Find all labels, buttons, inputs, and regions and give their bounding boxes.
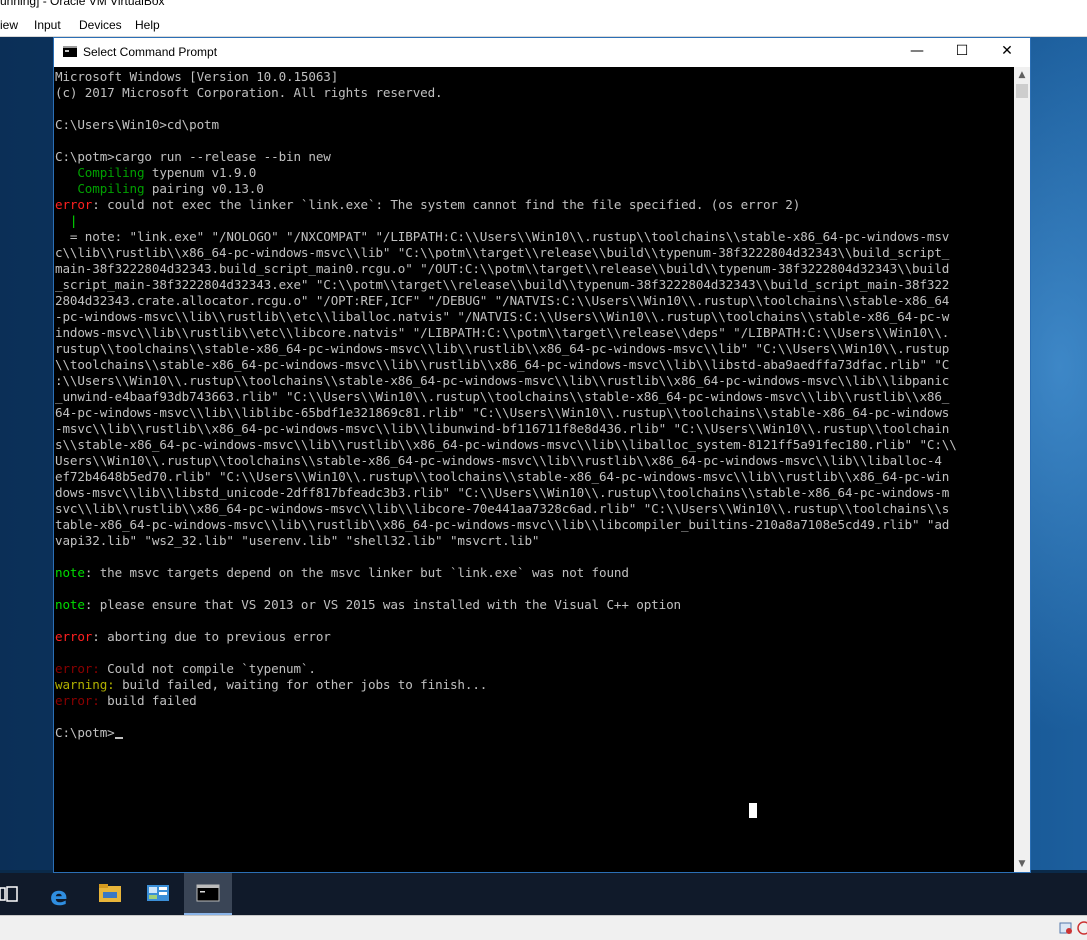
console-line: (c) 2017 Microsoft Corporation. All righ… xyxy=(55,85,443,100)
console-line: table-x86_64-pc-windows-msvc\\lib\\rustl… xyxy=(55,517,950,532)
prompt: C:\potm> xyxy=(55,725,115,740)
command-prompt-window: Select Command Prompt — ☐ ✕ Microsoft Wi… xyxy=(53,37,1031,873)
menu-input[interactable]: Input xyxy=(34,18,61,32)
maximize-button[interactable]: ☐ xyxy=(939,38,985,67)
menu-devices[interactable]: Devices xyxy=(79,18,122,32)
edge-button[interactable]: e xyxy=(38,873,86,915)
console-line: c\\lib\\rustlib\\x86_64-pc-windows-msvc\… xyxy=(55,245,950,260)
close-button[interactable]: ✕ xyxy=(984,38,1030,67)
console-line: C:\potm>cargo run --release --bin new xyxy=(55,149,331,164)
console-line: Microsoft Windows [Version 10.0.15063] xyxy=(55,69,339,84)
command-prompt-taskbar-button[interactable] xyxy=(184,873,232,915)
console-line: dows-msvc\\lib\\libstd_unicode-2dff817bf… xyxy=(55,485,950,500)
virtualbox-title-text: unning] - Oracle VM VirtualBox xyxy=(0,0,165,8)
usb-status-icon[interactable] xyxy=(1058,920,1074,936)
console-line: s\\stable-x86_64-pc-windows-msvc\\lib\\r… xyxy=(55,437,957,452)
console-line: = note: "link.exe" "/NOLOGO" "/NXCOMPAT"… xyxy=(55,229,950,244)
console-output[interactable]: Microsoft Windows [Version 10.0.15063] (… xyxy=(54,67,1014,872)
mouse-integration-icon[interactable] xyxy=(1076,920,1087,936)
console-line: Compiling pairing v0.13.0 xyxy=(77,181,264,196)
console-line: error: could not exec the linker `link.e… xyxy=(55,197,801,212)
vertical-scrollbar[interactable]: ▲ ▼ xyxy=(1014,67,1030,872)
minimize-button[interactable]: — xyxy=(894,38,940,67)
console-line: svc\\lib\\rustlib\\x86_64-pc-windows-msv… xyxy=(55,501,950,516)
console-line: note: please ensure that VS 2013 or VS 2… xyxy=(55,597,681,612)
mouse-text-caret xyxy=(749,803,757,818)
scroll-down-icon[interactable]: ▼ xyxy=(1014,856,1030,872)
console-line: 2804d32343.crate.allocator.rcgu.o" "/OPT… xyxy=(55,293,950,308)
command-prompt-app-icon xyxy=(63,46,77,57)
console-line: error: Could not compile `typenum`. xyxy=(55,661,316,676)
console-prompt-line[interactable]: C:\potm> xyxy=(55,725,1014,741)
console-line: warning: build failed, waiting for other… xyxy=(55,677,488,692)
file-explorer-button[interactable] xyxy=(86,873,134,915)
text-cursor xyxy=(114,737,123,739)
console-line: indows-msvc\\lib\\rustlib\\etc\\libcore.… xyxy=(55,325,950,340)
control-panel-button[interactable] xyxy=(134,873,182,915)
console-line: -pc-windows-msvc\\lib\\rustlib\\etc\\lib… xyxy=(55,309,950,324)
edge-icon: e xyxy=(50,882,68,912)
console-line: Compiling typenum v1.9.0 xyxy=(77,165,257,180)
console-line: :\\Users\\Win10\\.rustup\\toolchains\\st… xyxy=(55,373,950,388)
taskbar: e xyxy=(0,873,1087,915)
virtualbox-menu-bar: iew Input Devices Help xyxy=(0,16,1087,37)
svg-text:e: e xyxy=(50,882,68,912)
console-line: vapi32.lib" "ws2_32.lib" "userenv.lib" "… xyxy=(55,533,540,548)
scroll-up-icon[interactable]: ▲ xyxy=(1014,67,1030,83)
console-line: rustup\\toolchains\\stable-x86_64-pc-win… xyxy=(55,341,950,356)
menu-view[interactable]: iew xyxy=(0,18,18,32)
console-line: ef72b4648b5ed70.rlib" "C:\\Users\\Win10\… xyxy=(55,469,950,484)
console-line: Users\\Win10\\.rustup\\toolchains\\stabl… xyxy=(55,453,942,468)
console-line: \\toolchains\\stable-x86_64-pc-windows-m… xyxy=(55,357,950,372)
console-line: _script_main-38f3222804d32343.exe" "C:\\… xyxy=(55,277,950,292)
console-line: note: the msvc targets depend on the msv… xyxy=(55,565,629,580)
window-title: Select Command Prompt xyxy=(83,45,218,59)
command-prompt-title-bar[interactable]: Select Command Prompt — ☐ ✕ xyxy=(54,38,1030,67)
file-explorer-icon xyxy=(99,884,121,902)
console-line: error: build failed xyxy=(55,693,197,708)
virtualbox-status-bar xyxy=(0,915,1087,940)
console-line: C:\Users\Win10>cd\potm xyxy=(55,117,219,132)
task-view-icon xyxy=(0,886,18,902)
task-view-button[interactable] xyxy=(0,873,34,915)
command-prompt-icon xyxy=(196,884,220,902)
console-line: error: aborting due to previous error xyxy=(55,629,331,644)
console-line: main-38f3222804d32343.build_script_main0… xyxy=(55,261,950,276)
console-line: _unwind-e4baaf93db743663.rlib" "C:\\User… xyxy=(55,389,950,404)
console-line: -msvc\\lib\\rustlib\\x86_64-pc-windows-m… xyxy=(55,421,950,436)
virtualbox-title-bar: unning] - Oracle VM VirtualBox xyxy=(0,0,1087,16)
console-line: 64-pc-windows-msvc\\lib\\liblibc-65bdf1e… xyxy=(55,405,950,420)
scrollbar-thumb[interactable] xyxy=(1016,84,1028,98)
menu-help[interactable]: Help xyxy=(135,18,160,32)
control-panel-icon xyxy=(147,885,169,901)
console-line: | xyxy=(69,213,78,228)
